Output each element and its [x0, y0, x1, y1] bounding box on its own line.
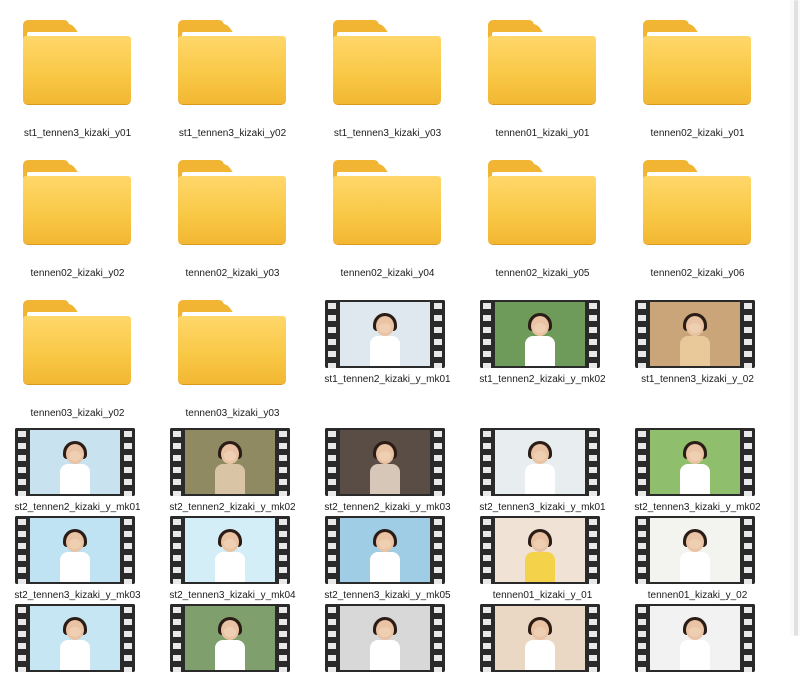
- vertical-scrollbar[interactable]: [790, 0, 800, 636]
- file-label: tennen02_kizaki_y03: [185, 268, 280, 279]
- video-item[interactable]: st1_tennen3_kizaki_y_02: [620, 300, 775, 440]
- file-label: tennen01_kizaki_y_01: [492, 590, 593, 601]
- scrollbar-thumb[interactable]: [794, 0, 798, 636]
- file-label: st2_tennen2_kizaki_y_mk02: [169, 502, 296, 513]
- video-thumbnail-icon: [480, 516, 600, 584]
- folder-item[interactable]: tennen02_kizaki_y04: [310, 160, 465, 300]
- folder-item[interactable]: tennen01_kizaki_y01: [465, 20, 620, 160]
- video-thumbnail-icon: [15, 428, 135, 496]
- folder-item[interactable]: tennen03_kizaki_y02: [0, 300, 155, 440]
- video-item[interactable]: tennen01_kizaki_y_02: [620, 516, 775, 604]
- video-item[interactable]: [465, 604, 620, 692]
- file-label: tennen02_kizaki_y04: [340, 268, 435, 279]
- folder-item[interactable]: tennen02_kizaki_y01: [620, 20, 775, 160]
- folder-item[interactable]: tennen02_kizaki_y02: [0, 160, 155, 300]
- file-label: st1_tennen2_kizaki_y_mk01: [324, 374, 451, 385]
- video-item[interactable]: st2_tennen2_kizaki_y_mk01: [0, 428, 155, 516]
- video-item[interactable]: st2_tennen2_kizaki_y_mk03: [310, 428, 465, 516]
- video-thumbnail-icon: [15, 516, 135, 584]
- video-item[interactable]: st2_tennen3_kizaki_y_mk03: [0, 516, 155, 604]
- folder-item[interactable]: tennen02_kizaki_y05: [465, 160, 620, 300]
- video-thumbnail-icon: [635, 428, 755, 496]
- file-label: st2_tennen3_kizaki_y_mk03: [14, 590, 141, 601]
- video-thumbnail-icon: [325, 428, 445, 496]
- file-label: tennen01_kizaki_y01: [495, 128, 590, 139]
- file-label: st1_tennen3_kizaki_y03: [333, 128, 442, 139]
- file-label: st1_tennen3_kizaki_y_02: [641, 374, 754, 385]
- video-item[interactable]: [155, 604, 310, 692]
- video-item[interactable]: tennen01_kizaki_y_01: [465, 516, 620, 604]
- file-label: tennen03_kizaki_y02: [30, 408, 125, 419]
- folder-item[interactable]: tennen02_kizaki_y03: [155, 160, 310, 300]
- video-thumbnail-icon: [325, 300, 445, 368]
- folder-item[interactable]: st1_tennen3_kizaki_y02: [155, 20, 310, 160]
- file-label: st1_tennen2_kizaki_y_mk02: [479, 374, 606, 385]
- video-thumbnail-icon: [325, 604, 445, 672]
- folder-item[interactable]: st1_tennen3_kizaki_y01: [0, 20, 155, 160]
- file-label: tennen02_kizaki_y06: [650, 268, 745, 279]
- video-thumbnail-icon: [170, 428, 290, 496]
- file-label: st2_tennen2_kizaki_y_mk03: [324, 502, 451, 513]
- file-label: tennen02_kizaki_y05: [495, 268, 590, 279]
- file-label: st1_tennen3_kizaki_y01: [23, 128, 132, 139]
- video-thumbnail-icon: [480, 604, 600, 672]
- video-item[interactable]: st1_tennen2_kizaki_y_mk01: [310, 300, 465, 440]
- video-thumbnail-icon: [635, 604, 755, 672]
- video-item[interactable]: [0, 604, 155, 692]
- video-thumbnail-icon: [325, 516, 445, 584]
- file-label: tennen02_kizaki_y01: [650, 128, 745, 139]
- video-thumbnail-icon: [480, 428, 600, 496]
- video-thumbnail-icon: [15, 604, 135, 672]
- file-label: st2_tennen3_kizaki_y_mk02: [634, 502, 761, 513]
- folder-item[interactable]: tennen02_kizaki_y06: [620, 160, 775, 300]
- video-thumbnail-icon: [480, 300, 600, 368]
- video-item[interactable]: [620, 604, 775, 692]
- video-thumbnail-icon: [635, 300, 755, 368]
- video-item[interactable]: st2_tennen3_kizaki_y_mk02: [620, 428, 775, 516]
- file-label: tennen03_kizaki_y03: [185, 408, 280, 419]
- video-item[interactable]: st2_tennen3_kizaki_y_mk05: [310, 516, 465, 604]
- video-item[interactable]: st1_tennen2_kizaki_y_mk02: [465, 300, 620, 440]
- file-label: tennen02_kizaki_y02: [30, 268, 125, 279]
- file-label: st2_tennen3_kizaki_y_mk05: [324, 590, 451, 601]
- video-item[interactable]: [310, 604, 465, 692]
- file-label: tennen01_kizaki_y_02: [647, 590, 748, 601]
- folder-item[interactable]: tennen03_kizaki_y03: [155, 300, 310, 440]
- file-label: st1_tennen3_kizaki_y02: [178, 128, 287, 139]
- video-item[interactable]: st2_tennen3_kizaki_y_mk01: [465, 428, 620, 516]
- video-thumbnail-icon: [635, 516, 755, 584]
- video-thumbnail-icon: [170, 516, 290, 584]
- video-item[interactable]: st2_tennen2_kizaki_y_mk02: [155, 428, 310, 516]
- file-label: st2_tennen3_kizaki_y_mk01: [479, 502, 606, 513]
- video-thumbnail-icon: [170, 604, 290, 672]
- file-label: st2_tennen2_kizaki_y_mk01: [14, 502, 141, 513]
- video-item[interactable]: st2_tennen3_kizaki_y_mk04: [155, 516, 310, 604]
- folder-item[interactable]: st1_tennen3_kizaki_y03: [310, 20, 465, 160]
- file-label: st2_tennen3_kizaki_y_mk04: [169, 590, 296, 601]
